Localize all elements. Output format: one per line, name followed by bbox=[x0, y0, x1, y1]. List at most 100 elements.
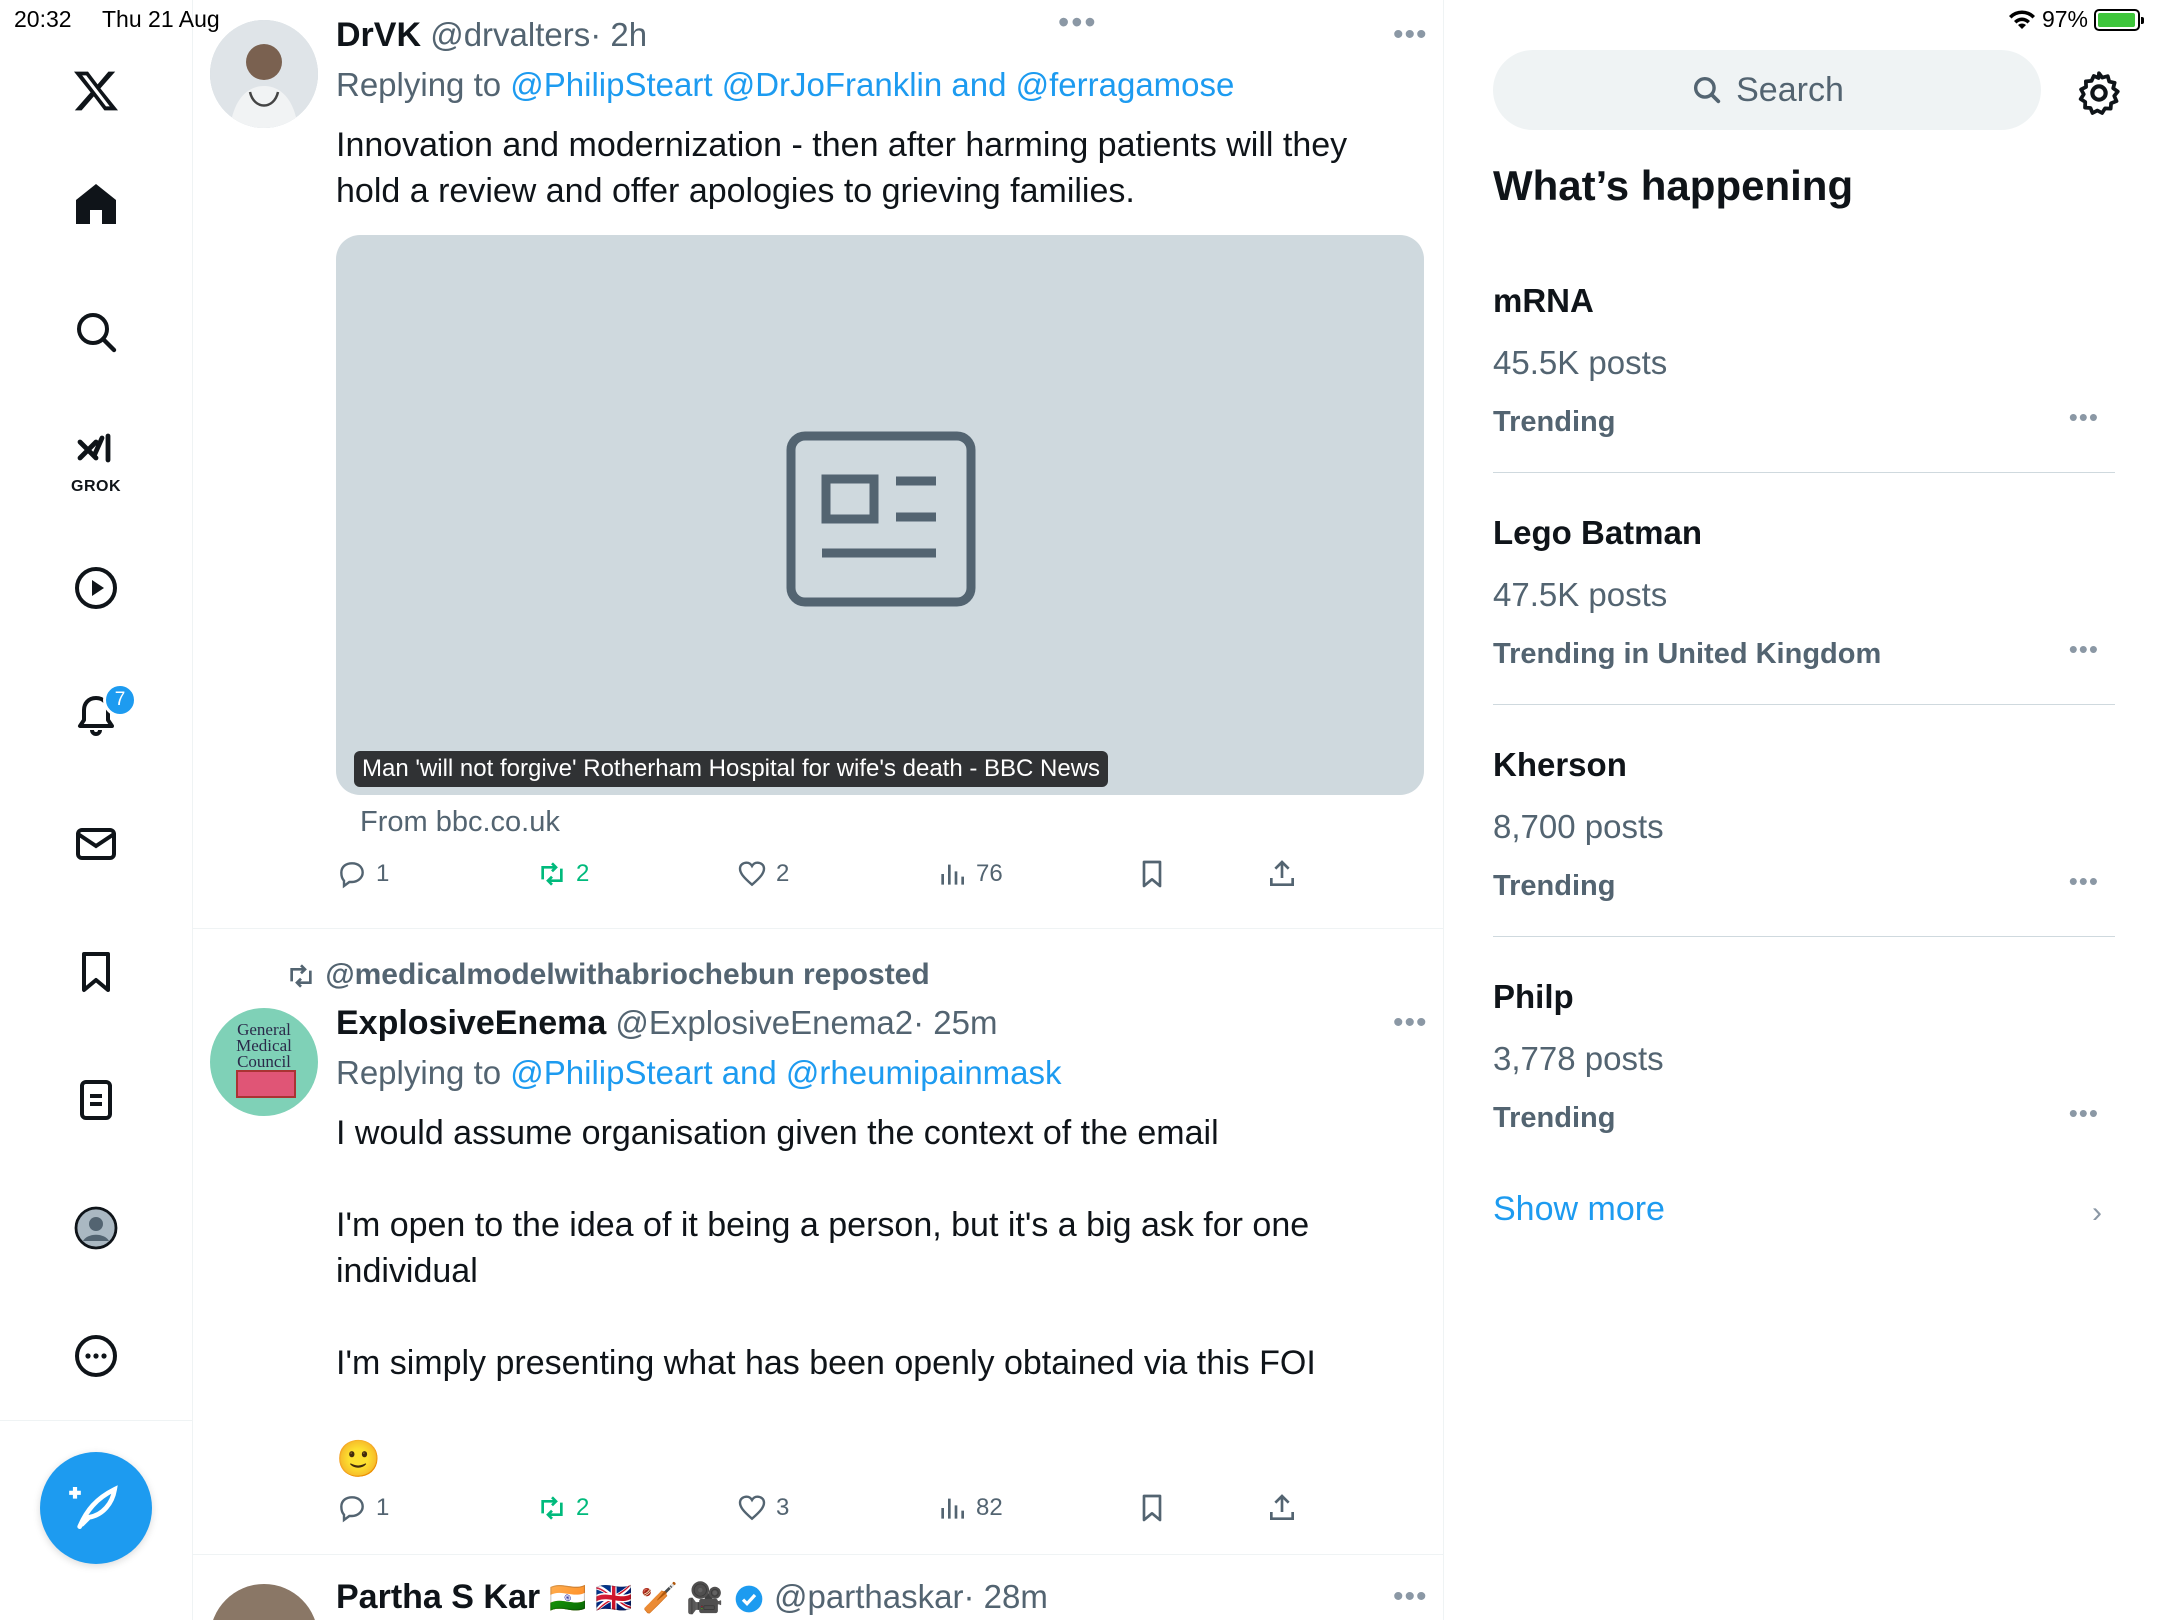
like-count: 3 bbox=[776, 1494, 790, 1521]
trend-item[interactable]: mRNA 45.5K posts Trending ••• bbox=[1493, 282, 2115, 439]
x-logo-icon[interactable] bbox=[60, 55, 132, 127]
heart-icon bbox=[738, 1495, 766, 1521]
card-source[interactable]: From bbc.co.uk bbox=[360, 806, 560, 839]
tweet-more-icon[interactable]: ••• bbox=[1393, 1580, 1428, 1614]
avatar-stamp bbox=[236, 1070, 296, 1098]
reply-button[interactable]: 1 bbox=[336, 858, 389, 890]
section-title: What’s happening bbox=[1493, 162, 1854, 209]
search-bar[interactable]: Search bbox=[1493, 50, 2041, 130]
trend-more-icon[interactable]: ••• bbox=[2069, 634, 2099, 665]
bookmarks-icon[interactable] bbox=[60, 936, 132, 1008]
reply-count: 1 bbox=[376, 860, 390, 887]
trend-more-icon[interactable]: ••• bbox=[2069, 402, 2099, 433]
trend-more-icon[interactable]: ••• bbox=[2069, 1098, 2099, 1129]
reply-button[interactable]: 1 bbox=[336, 1492, 389, 1524]
more-options-icon[interactable] bbox=[60, 1320, 132, 1392]
trend-name: Kherson bbox=[1493, 746, 1627, 783]
notifications-badge: 7 bbox=[103, 683, 137, 717]
grok-label: GROK bbox=[71, 478, 121, 495]
settings-gear-icon[interactable] bbox=[2074, 68, 2124, 118]
repost-icon bbox=[541, 1496, 563, 1520]
share-button[interactable] bbox=[1266, 1492, 1298, 1524]
replying-prefix: Replying to bbox=[336, 1054, 511, 1091]
show-more-link[interactable]: Show more bbox=[1493, 1190, 1665, 1229]
like-button[interactable]: 2 bbox=[736, 858, 789, 890]
user-handle[interactable]: @ExplosiveEnema2 bbox=[615, 1004, 913, 1041]
like-button[interactable]: 3 bbox=[736, 1492, 789, 1524]
avatar[interactable] bbox=[210, 1584, 318, 1620]
reposted-by[interactable]: @medicalmodelwithabriochebun reposted bbox=[325, 958, 929, 991]
tweet-actions: 1 2 2 76 bbox=[336, 858, 1336, 902]
repost-context: @medicalmodelwithabriochebun reposted bbox=[285, 958, 930, 992]
avatar[interactable]: General Medical Council bbox=[210, 1008, 318, 1116]
compose-feather-icon bbox=[69, 1485, 118, 1529]
repost-button[interactable]: 2 bbox=[536, 1492, 589, 1524]
text-line: hold a review and offer apologies to gri… bbox=[336, 172, 1135, 210]
trend-divider bbox=[1493, 936, 2115, 937]
bookmark-button[interactable] bbox=[1136, 1492, 1168, 1524]
trend-item[interactable]: Philp 3,778 posts Trending ••• bbox=[1493, 978, 2115, 1135]
reply-icon bbox=[340, 1496, 364, 1523]
trend-name: Lego Batman bbox=[1493, 514, 1703, 551]
lists-document-icon[interactable] bbox=[60, 1064, 132, 1136]
text-line: I'm open to the idea of it being a perso… bbox=[336, 1206, 1310, 1244]
trend-item[interactable]: Kherson 8,700 posts Trending ••• bbox=[1493, 746, 2115, 903]
text-line: I'm simply presenting what has been open… bbox=[336, 1344, 1316, 1382]
trend-more-icon[interactable]: ••• bbox=[2069, 866, 2099, 897]
search-icon bbox=[1694, 76, 1721, 104]
avatar-text: General Medical Council bbox=[236, 1020, 292, 1071]
replying-to-handles[interactable]: @PhilipSteart @DrJoFranklin and @ferraga… bbox=[510, 66, 1234, 103]
status-date: Thu 21 Aug bbox=[102, 6, 220, 32]
replying-prefix: Replying to bbox=[336, 66, 511, 103]
trend-count: 8,700 posts bbox=[1493, 808, 1664, 845]
chevron-right-icon[interactable]: › bbox=[2092, 1196, 2102, 1230]
trend-context: Trending bbox=[1493, 406, 1616, 438]
repost-count: 2 bbox=[576, 1494, 590, 1521]
tweet-more-icon[interactable]: ••• bbox=[1393, 1006, 1428, 1040]
tweet-time[interactable]: · 28m bbox=[963, 1578, 1047, 1615]
explore-search-icon[interactable] bbox=[60, 296, 132, 368]
trend-count: 3,778 posts bbox=[1493, 1040, 1664, 1077]
views-button[interactable]: 82 bbox=[936, 1492, 1003, 1524]
repost-icon bbox=[541, 862, 563, 886]
repost-count: 2 bbox=[576, 860, 590, 887]
home-icon[interactable] bbox=[60, 168, 132, 240]
name-flags: 🇮🇳 🇬🇧 🏏 🎥 bbox=[549, 1582, 724, 1615]
user-handle[interactable]: @parthaskar bbox=[774, 1578, 963, 1615]
timeline-feed: DrVK @drvalters· 2h ••• Replying to @Phi… bbox=[193, 0, 1444, 1620]
views-button[interactable]: 76 bbox=[936, 858, 1003, 890]
share-icon bbox=[1270, 1494, 1294, 1520]
emoji: 🙂 bbox=[336, 1438, 381, 1479]
video-play-icon[interactable] bbox=[60, 552, 132, 624]
trend-context: Trending bbox=[1493, 1102, 1616, 1134]
bookmark-button[interactable] bbox=[1136, 858, 1168, 890]
share-icon bbox=[1270, 860, 1294, 886]
compose-post-button[interactable] bbox=[40, 1452, 152, 1564]
view-count: 76 bbox=[976, 860, 1003, 887]
display-name[interactable]: ExplosiveEnema bbox=[336, 1004, 606, 1042]
reply-icon bbox=[340, 862, 364, 889]
tweet-header: ExplosiveEnema @ExplosiveEnema2· 25m bbox=[336, 1004, 997, 1043]
trend-divider bbox=[1493, 704, 2115, 705]
share-button[interactable] bbox=[1266, 858, 1298, 890]
trend-name: mRNA bbox=[1493, 282, 1594, 319]
bookmark-icon bbox=[1142, 1494, 1162, 1522]
tweet-actions: 1 2 3 82 bbox=[336, 1492, 1336, 1536]
bookmark-icon bbox=[1142, 860, 1162, 888]
trend-item[interactable]: Lego Batman 47.5K posts Trending in Unit… bbox=[1493, 514, 2115, 671]
messages-mail-icon[interactable] bbox=[60, 808, 132, 880]
profile-avatar-icon[interactable] bbox=[60, 1192, 132, 1264]
like-count: 2 bbox=[776, 860, 790, 887]
trend-context: Trending bbox=[1493, 870, 1616, 902]
text-line: I would assume organisation given the co… bbox=[336, 1114, 1219, 1152]
tweet-header: Partha S Kar 🇮🇳 🇬🇧 🏏 🎥 @parthaskar· 28m bbox=[336, 1578, 1048, 1617]
display-name[interactable]: Partha S Kar bbox=[336, 1578, 540, 1616]
views-chart-icon bbox=[941, 1498, 964, 1519]
link-card[interactable]: Man 'will not forgive' Rotherham Hospita… bbox=[336, 235, 1424, 795]
nav-divider bbox=[0, 1420, 192, 1421]
trend-count: 47.5K posts bbox=[1493, 576, 1668, 613]
repost-small-icon bbox=[290, 964, 312, 988]
repost-button[interactable]: 2 bbox=[536, 858, 589, 890]
replying-to-handles[interactable]: @PhilipSteart and @rheumipainmask bbox=[510, 1054, 1061, 1091]
tweet-time[interactable]: · 25m bbox=[913, 1004, 997, 1041]
